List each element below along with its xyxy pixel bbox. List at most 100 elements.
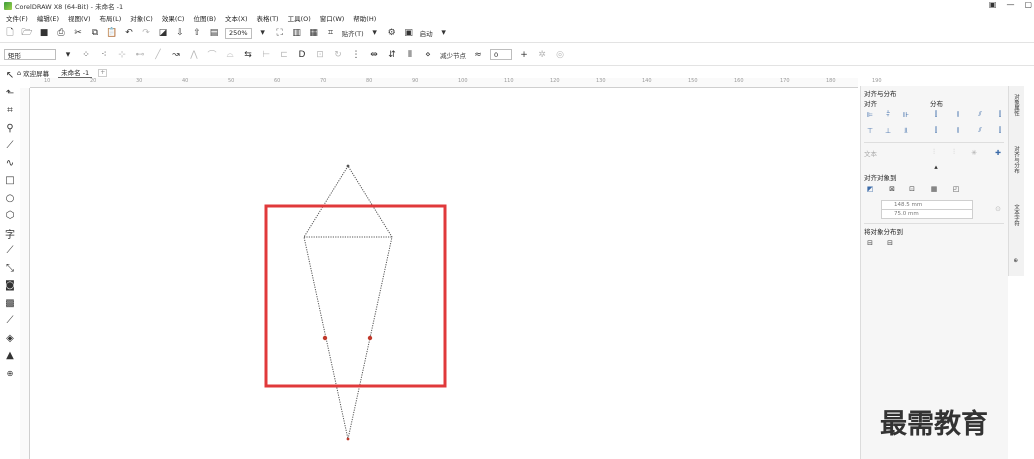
ellipse-tool-icon[interactable]: ○ bbox=[3, 192, 17, 205]
launch-menu[interactable]: 启动 bbox=[420, 28, 433, 38]
cut-icon[interactable]: ✂ bbox=[72, 27, 84, 39]
interactive-fill-tool-icon[interactable]: ◈ bbox=[3, 332, 17, 345]
cusp-node-icon[interactable]: ⋀ bbox=[188, 49, 200, 61]
snap-to-menu[interactable]: 贴齐(T) bbox=[342, 28, 364, 38]
application-launcher-icon[interactable]: ▣ bbox=[403, 27, 415, 39]
transparency-tool-icon[interactable]: ▩ bbox=[3, 297, 17, 310]
tab-document[interactable]: 未命名 -1 bbox=[58, 67, 93, 78]
top-node[interactable] bbox=[346, 164, 350, 168]
select-node-icon[interactable]: ⋄ bbox=[422, 49, 434, 61]
reverse-direction-icon[interactable]: ⇆ bbox=[242, 49, 254, 61]
object-type-select[interactable]: 矩形 bbox=[4, 49, 56, 60]
menu-bitmaps[interactable]: 位图(B) bbox=[193, 13, 216, 23]
align-center-vertical-icon[interactable]: ⊥ bbox=[883, 126, 893, 135]
specified-point-icon[interactable]: ◰ bbox=[951, 184, 961, 193]
y-coordinate-field[interactable]: 75.0 mm bbox=[881, 209, 973, 219]
rulers-icon[interactable]: ▥ bbox=[291, 27, 303, 39]
menu-window[interactable]: 窗口(W) bbox=[320, 13, 345, 23]
distribute-top-icon[interactable]: ⫿ bbox=[931, 126, 941, 135]
menu-file[interactable]: 文件(F) bbox=[6, 13, 28, 23]
elastic-mode-icon[interactable]: ⦀ bbox=[404, 49, 416, 61]
eyedropper-tool-icon[interactable]: ⟋ bbox=[3, 314, 17, 327]
right-selected-node[interactable] bbox=[367, 335, 373, 341]
collapse-arrow-icon[interactable]: ▴ bbox=[931, 162, 941, 171]
undo-icon[interactable]: ↶ bbox=[123, 27, 135, 39]
tab-text-character[interactable]: 文本字符 bbox=[1012, 204, 1020, 226]
drawing-canvas[interactable] bbox=[31, 89, 858, 459]
shape-tool-icon[interactable]: ⬑ bbox=[3, 87, 17, 100]
add-node-icon[interactable]: ⁖ bbox=[98, 49, 110, 61]
add-tool-icon[interactable]: ⊕ bbox=[3, 367, 17, 380]
menu-view[interactable]: 视图(V) bbox=[68, 13, 91, 23]
full-screen-icon[interactable]: ⛶ bbox=[274, 27, 286, 39]
zoom-tool-icon[interactable]: ⚲ bbox=[3, 122, 17, 135]
distribute-middle-icon[interactable]: ⫾ bbox=[953, 126, 963, 135]
text-bounding-box-icon[interactable]: ✳ bbox=[969, 148, 979, 157]
smoothness-plus-icon[interactable]: + bbox=[518, 49, 530, 61]
guidelines-icon[interactable]: ⌗ bbox=[325, 27, 337, 39]
freehand-tool-icon[interactable]: ⟋ bbox=[3, 139, 17, 152]
distribute-right-icon[interactable]: ⫿ bbox=[995, 110, 1005, 119]
menu-text[interactable]: 文本(X) bbox=[225, 13, 248, 23]
distribute-left-icon[interactable]: ⫿ bbox=[931, 110, 941, 119]
text-first-baseline-icon[interactable]: ⫶ bbox=[949, 148, 959, 157]
join-nodes-icon[interactable]: ⊷ bbox=[134, 49, 146, 61]
left-selected-node[interactable] bbox=[322, 335, 328, 341]
smooth-node-icon[interactable]: ⌒ bbox=[206, 49, 218, 61]
target-point-icon[interactable]: ⊙ bbox=[993, 204, 1003, 213]
page-center-icon[interactable]: ⊡ bbox=[907, 184, 917, 193]
snap-dropdown-icon[interactable]: ▾ bbox=[369, 27, 381, 39]
delete-node-icon[interactable]: ⊹ bbox=[116, 49, 128, 61]
stretch-nodes-icon[interactable]: ⊡ bbox=[314, 49, 326, 61]
tab-object-properties[interactable]: 对象属性 bbox=[1012, 94, 1020, 116]
extract-subpath-icon[interactable]: ⊏ bbox=[278, 49, 290, 61]
zoom-dropdown-icon[interactable]: ▾ bbox=[257, 27, 269, 39]
page-edge-icon[interactable]: ⊠ bbox=[887, 184, 897, 193]
reflect-vertical-icon[interactable]: ⇵ bbox=[386, 49, 398, 61]
bottom-node[interactable] bbox=[346, 437, 350, 441]
restore-icon[interactable]: ▣ bbox=[989, 0, 997, 9]
text-baseline-icon[interactable]: ⫶ bbox=[929, 148, 939, 157]
zoom-level-field[interactable]: 250% bbox=[225, 27, 252, 39]
rotate-nodes-icon[interactable]: ↻ bbox=[332, 49, 344, 61]
menu-edit[interactable]: 编辑(E) bbox=[37, 13, 59, 23]
distribute-spacing-icon[interactable]: ⫽ bbox=[975, 110, 985, 119]
new-document-icon[interactable]: 🗋 bbox=[4, 27, 16, 39]
grid-align-icon[interactable]: ▦ bbox=[929, 184, 939, 193]
select-all-nodes-icon[interactable]: ⁘ bbox=[80, 49, 92, 61]
close-curve-icon[interactable]: D bbox=[296, 49, 308, 61]
text-pin-icon[interactable]: ✚ bbox=[993, 148, 1003, 157]
align-bottom-icon[interactable]: ⫫ bbox=[901, 126, 911, 135]
reduce-nodes-button[interactable]: 减少节点 bbox=[440, 50, 466, 60]
add-docker-icon[interactable]: ⊕ bbox=[1012, 258, 1018, 263]
align-top-icon[interactable]: ⊤ bbox=[865, 126, 875, 135]
export-icon[interactable]: ⇧ bbox=[191, 27, 203, 39]
publish-pdf-icon[interactable]: ▤ bbox=[208, 27, 220, 39]
text-tool-icon[interactable]: 字 bbox=[3, 227, 17, 241]
align-center-horizontal-icon[interactable]: ⫩ bbox=[883, 110, 893, 119]
save-icon[interactable]: ■ bbox=[38, 27, 50, 39]
grid-icon[interactable]: ▦ bbox=[308, 27, 320, 39]
tab-align-distribute[interactable]: 对齐与分布 bbox=[1012, 146, 1020, 174]
curve-smoothness-icon[interactable]: ≈ bbox=[472, 49, 484, 61]
smoothness-input[interactable]: 0 bbox=[490, 49, 512, 60]
distribute-center-icon[interactable]: ⫾ bbox=[953, 110, 963, 119]
smart-fill-tool-icon[interactable]: ▲ bbox=[3, 349, 17, 362]
symmetrical-node-icon[interactable]: ⌓ bbox=[224, 49, 236, 61]
copy-icon[interactable]: ⧉ bbox=[89, 27, 101, 39]
active-objects-icon[interactable]: ◩ bbox=[865, 184, 875, 193]
distribute-bottom-icon[interactable]: ⫿ bbox=[995, 126, 1005, 135]
pick-tool-icon[interactable]: ↖ bbox=[3, 69, 17, 82]
node-options-icon[interactable]: ✲ bbox=[536, 49, 548, 61]
new-tab-plus-icon[interactable]: + bbox=[98, 68, 108, 77]
extend-curve-icon[interactable]: ⊢ bbox=[260, 49, 272, 61]
paste-icon[interactable]: 📋 bbox=[106, 27, 118, 39]
import-icon[interactable]: ⇩ bbox=[174, 27, 186, 39]
distribute-to-page-icon[interactable]: ⊟ bbox=[885, 238, 895, 247]
crop-tool-icon[interactable]: ⌗ bbox=[3, 104, 17, 117]
launch-dropdown-icon[interactable]: ▾ bbox=[438, 27, 450, 39]
menu-table[interactable]: 表格(T) bbox=[257, 13, 279, 23]
connector-tool-icon[interactable]: ⤡ bbox=[3, 262, 17, 275]
hint-icon[interactable]: ◎ bbox=[554, 49, 566, 61]
align-left-icon[interactable]: ⊫ bbox=[865, 110, 875, 119]
